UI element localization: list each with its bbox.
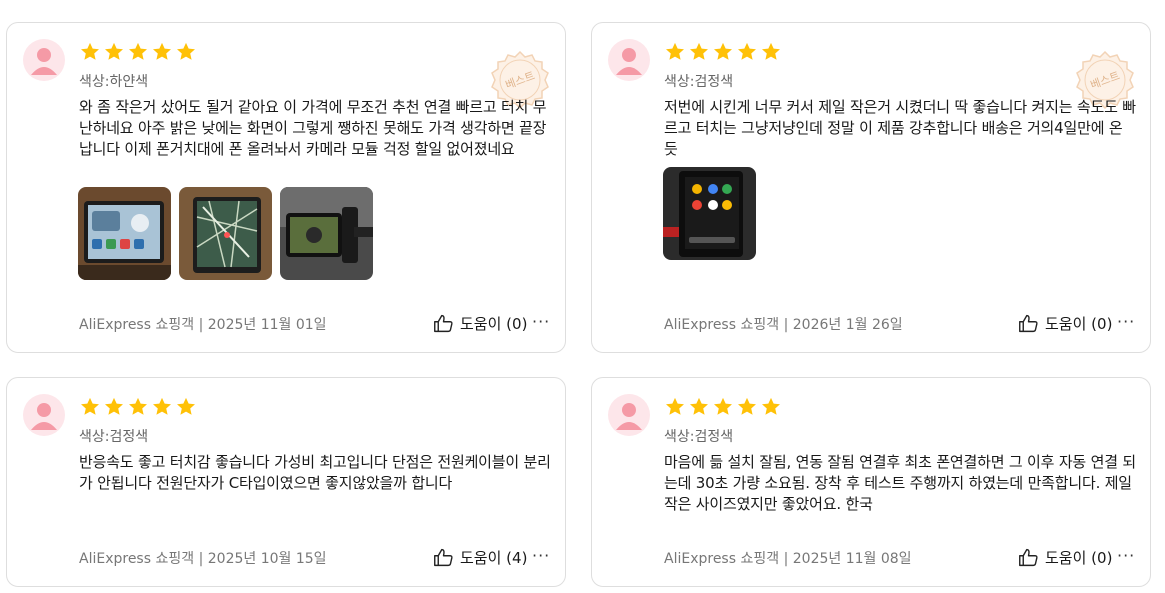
- review-meta: AliExpress 쇼핑객 | 2026년 1월 26일: [664, 314, 903, 334]
- star-icon: [105, 397, 123, 415]
- variant-label: 색상:하얀색: [79, 74, 149, 90]
- variant-label: 색상:검정색: [664, 429, 734, 445]
- more-options-icon[interactable]: ···: [532, 312, 550, 331]
- review-source: AliExpress 쇼핑객: [79, 551, 195, 567]
- star-icon: [153, 397, 171, 415]
- star-icon: [129, 397, 147, 415]
- review-source: AliExpress 쇼핑객: [79, 317, 195, 333]
- thumbs-up-icon: [1019, 314, 1038, 333]
- avatar: [23, 394, 65, 436]
- photo-list: [663, 167, 756, 260]
- star-icon: [690, 397, 708, 415]
- helpful-count: 도움이 (0): [1045, 315, 1113, 333]
- review-source: AliExpress 쇼핑객: [664, 551, 780, 567]
- star-icon: [177, 42, 195, 60]
- helpful-button[interactable]: 도움이 (0): [1018, 547, 1112, 568]
- star-rating: [664, 396, 782, 418]
- review-meta: AliExpress 쇼핑객 | 2025년 10월 15일: [79, 548, 327, 568]
- thumbs-up-icon: [434, 548, 453, 567]
- star-rating: [79, 396, 197, 418]
- avatar: [23, 39, 65, 81]
- review-meta: AliExpress 쇼핑객 | 2025년 11월 08일: [664, 548, 912, 568]
- helpful-count: 도움이 (0): [460, 315, 528, 333]
- star-icon: [81, 42, 99, 60]
- star-icon: [177, 397, 195, 415]
- thumbs-up-icon: [434, 314, 453, 333]
- star-icon: [81, 397, 99, 415]
- separator: |: [198, 317, 204, 333]
- separator: |: [783, 317, 789, 333]
- star-icon: [738, 397, 756, 415]
- review-card: 베스트 색상:하얀색 와 좀 작은거 샀어도 될거 같아요 이 가격에 무조건 …: [6, 22, 566, 353]
- more-options-icon[interactable]: ···: [1117, 546, 1135, 565]
- review-text: 와 좀 작은거 샀어도 될거 같아요 이 가격에 무조건 추천 연결 빠르고 터…: [79, 98, 547, 158]
- review-date: 2025년 11월 01일: [207, 317, 327, 333]
- variant-label: 색상:검정색: [79, 429, 149, 445]
- helpful-count: 도움이 (0): [1045, 549, 1113, 567]
- review-photo[interactable]: [179, 187, 272, 280]
- star-icon: [105, 42, 123, 60]
- star-rating: [79, 41, 197, 63]
- review-card: 색상:검정색 반응속도 좋고 터치감 좋습니다 가성비 최고입니다 단점은 전원…: [6, 377, 566, 587]
- review-meta: AliExpress 쇼핑객 | 2025년 11월 01일: [79, 314, 327, 334]
- star-icon: [129, 42, 147, 60]
- separator: |: [198, 551, 204, 567]
- star-rating: [664, 41, 782, 63]
- photo-list: [78, 187, 373, 280]
- thumbs-up-icon: [1019, 548, 1038, 567]
- star-icon: [762, 42, 780, 60]
- star-icon: [714, 42, 732, 60]
- helpful-button[interactable]: 도움이 (0): [433, 313, 527, 334]
- star-icon: [666, 42, 684, 60]
- more-options-icon[interactable]: ···: [532, 546, 550, 565]
- separator: |: [783, 551, 789, 567]
- review-text: 저번에 시킨게 너무 커서 제일 작은거 시켰더니 딱 좋습니다 켜지는 속도도…: [664, 98, 1136, 158]
- helpful-count: 도움이 (4): [460, 549, 528, 567]
- helpful-button[interactable]: 도움이 (0): [1018, 313, 1112, 334]
- review-text: 마음에 듦 설치 잘됨, 연동 잘됨 연결후 최초 폰연결하면 그 이후 자동 …: [664, 453, 1136, 513]
- star-icon: [690, 42, 708, 60]
- review-card: 베스트 색상:검정색 저번에 시킨게 너무 커서 제일 작은거 시켰더니 딱 좋…: [591, 22, 1151, 353]
- review-photo[interactable]: [78, 187, 171, 280]
- review-date: 2025년 10월 15일: [207, 551, 327, 567]
- avatar: [608, 39, 650, 81]
- review-photo[interactable]: [663, 167, 756, 260]
- star-icon: [762, 397, 780, 415]
- star-icon: [714, 397, 732, 415]
- star-icon: [738, 42, 756, 60]
- helpful-button[interactable]: 도움이 (4): [433, 547, 527, 568]
- review-date: 2026년 1월 26일: [792, 317, 903, 333]
- review-date: 2025년 11월 08일: [792, 551, 912, 567]
- review-card: 색상:검정색 마음에 듦 설치 잘됨, 연동 잘됨 연결후 최초 폰연결하면 그…: [591, 377, 1151, 587]
- star-icon: [666, 397, 684, 415]
- star-icon: [153, 42, 171, 60]
- more-options-icon[interactable]: ···: [1117, 312, 1135, 331]
- review-source: AliExpress 쇼핑객: [664, 317, 780, 333]
- reviews-grid: 베스트 색상:하얀색 와 좀 작은거 샀어도 될거 같아요 이 가격에 무조건 …: [0, 0, 1165, 593]
- review-photo[interactable]: [280, 187, 373, 280]
- variant-label: 색상:검정색: [664, 74, 734, 90]
- review-text: 반응속도 좋고 터치감 좋습니다 가성비 최고입니다 단점은 전원케이블이 분리…: [79, 453, 551, 492]
- avatar: [608, 394, 650, 436]
